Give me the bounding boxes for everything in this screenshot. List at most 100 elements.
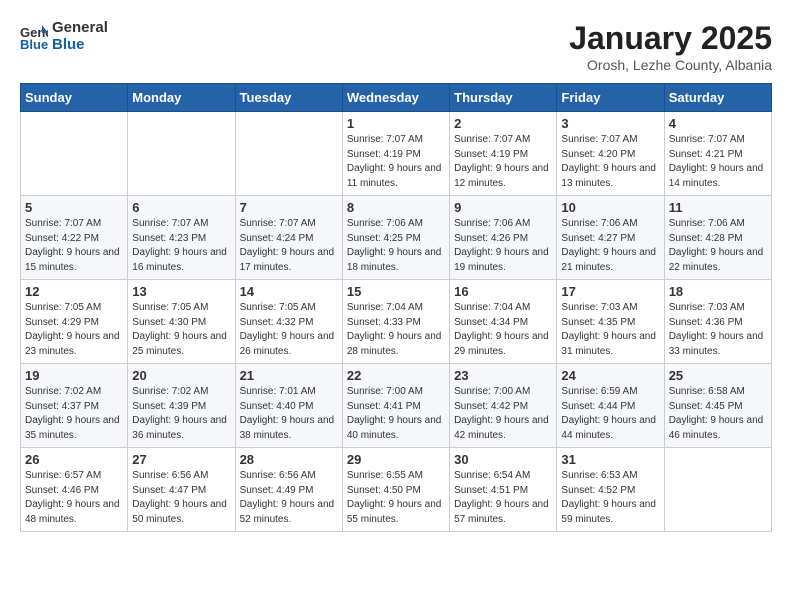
- day-info: Sunrise: 6:58 AMSunset: 4:45 PMDaylight:…: [669, 385, 767, 443]
- calendar-cell: [664, 448, 771, 532]
- day-number: 26: [25, 452, 123, 467]
- day-number: 12: [25, 284, 123, 299]
- day-number: 19: [25, 368, 123, 383]
- svg-text:Blue: Blue: [20, 37, 48, 51]
- day-number: 13: [132, 284, 230, 299]
- day-info: Sunrise: 7:06 AMSunset: 4:27 PMDaylight:…: [561, 217, 659, 275]
- day-info: Sunrise: 6:57 AMSunset: 4:46 PMDaylight:…: [25, 469, 123, 527]
- day-info: Sunrise: 6:54 AMSunset: 4:51 PMDaylight:…: [454, 469, 552, 527]
- day-number: 23: [454, 368, 552, 383]
- calendar-cell: 20Sunrise: 7:02 AMSunset: 4:39 PMDayligh…: [128, 364, 235, 448]
- calendar-cell: 16 Sunrise: 7:04 AMSunset: 4:34 PMDayligh…: [450, 280, 557, 364]
- day-info: Sunrise: 7:03 AMSunset: 4:36 PMDaylight:…: [669, 301, 767, 359]
- weekday-header-sunday: Sunday: [21, 84, 128, 112]
- calendar-cell: 1 Sunrise: 7:07 AMSunset: 4:19 PMDaylight…: [342, 112, 449, 196]
- day-info: Sunrise: 7:06 AMSunset: 4:28 PMDaylight:…: [669, 217, 767, 275]
- day-info: Sunrise: 7:07 AMSunset: 4:20 PMDaylight:…: [561, 133, 659, 191]
- day-info: Sunrise: 7:05 AMSunset: 4:30 PMDaylight:…: [132, 301, 230, 359]
- day-info: Sunrise: 7:07 AMSunset: 4:23 PMDaylight:…: [132, 217, 230, 275]
- calendar-cell: 25 Sunrise: 6:58 AMSunset: 4:45 PMDayligh…: [664, 364, 771, 448]
- calendar-cell: 5Sunrise: 7:07 AMSunset: 4:22 PMDaylight…: [21, 196, 128, 280]
- weekday-header-monday: Monday: [128, 84, 235, 112]
- day-info: Sunrise: 6:59 AMSunset: 4:44 PMDaylight:…: [561, 385, 659, 443]
- day-info: Sunrise: 7:07 AMSunset: 4:21 PMDaylight:…: [669, 133, 767, 191]
- calendar-cell: 29 Sunrise: 6:55 AMSunset: 4:50 PMDayligh…: [342, 448, 449, 532]
- calendar-cell: 3 Sunrise: 7:07 AMSunset: 4:20 PMDaylight…: [557, 112, 664, 196]
- day-number: 16: [454, 284, 552, 299]
- calendar-cell: 31 Sunrise: 6:53 AMSunset: 4:52 PMDayligh…: [557, 448, 664, 532]
- day-info: Sunrise: 7:07 AMSunset: 4:19 PMDaylight:…: [347, 133, 445, 191]
- calendar-cell: 2Sunrise: 7:07 AMSunset: 4:19 PMDaylight…: [450, 112, 557, 196]
- day-number: 28: [240, 452, 338, 467]
- day-info: Sunrise: 7:04 AMSunset: 4:34 PMDaylight:…: [454, 301, 552, 359]
- day-info: Sunrise: 6:55 AMSunset: 4:50 PMDaylight:…: [347, 469, 445, 527]
- weekday-header-friday: Friday: [557, 84, 664, 112]
- calendar-cell: 22 Sunrise: 7:00 AMSunset: 4:41 PMDayligh…: [342, 364, 449, 448]
- calendar-cell: 11Sunrise: 7:06 AMSunset: 4:28 PMDayligh…: [664, 196, 771, 280]
- day-info: Sunrise: 7:04 AMSunset: 4:33 PMDaylight:…: [347, 301, 445, 359]
- day-info: Sunrise: 7:07 AMSunset: 4:19 PMDaylight:…: [454, 133, 552, 191]
- calendar-week-3: 12 Sunrise: 7:05 AMSunset: 4:29 PMDayligh…: [21, 280, 772, 364]
- day-number: 30: [454, 452, 552, 467]
- calendar-cell: 28 Sunrise: 6:56 AMSunset: 4:49 PMDayligh…: [235, 448, 342, 532]
- day-number: 3: [561, 116, 659, 131]
- day-info: Sunrise: 7:02 AMSunset: 4:39 PMDaylight:…: [132, 385, 230, 443]
- day-number: 29: [347, 452, 445, 467]
- calendar-cell: 23Sunrise: 7:00 AMSunset: 4:42 PMDayligh…: [450, 364, 557, 448]
- day-number: 21: [240, 368, 338, 383]
- calendar-week-5: 26 Sunrise: 6:57 AMSunset: 4:46 PMDayligh…: [21, 448, 772, 532]
- day-info: Sunrise: 6:56 AMSunset: 4:49 PMDaylight:…: [240, 469, 338, 527]
- calendar-week-4: 19 Sunrise: 7:02 AMSunset: 4:37 PMDayligh…: [21, 364, 772, 448]
- day-number: 18: [669, 284, 767, 299]
- day-info: Sunrise: 7:02 AMSunset: 4:37 PMDaylight:…: [25, 385, 123, 443]
- title-section: January 2025 Orosh, Lezhe County, Albani…: [569, 20, 772, 73]
- day-number: 25: [669, 368, 767, 383]
- month-title: January 2025: [569, 20, 772, 57]
- calendar-cell: 27 Sunrise: 6:56 AMSunset: 4:47 PMDayligh…: [128, 448, 235, 532]
- day-info: Sunrise: 7:00 AMSunset: 4:41 PMDaylight:…: [347, 385, 445, 443]
- day-number: 22: [347, 368, 445, 383]
- calendar-cell: [128, 112, 235, 196]
- day-number: 17: [561, 284, 659, 299]
- day-number: 1: [347, 116, 445, 131]
- calendar-cell: 7 Sunrise: 7:07 AMSunset: 4:24 PMDaylight…: [235, 196, 342, 280]
- day-info: Sunrise: 6:53 AMSunset: 4:52 PMDaylight:…: [561, 469, 659, 527]
- calendar-cell: 19 Sunrise: 7:02 AMSunset: 4:37 PMDayligh…: [21, 364, 128, 448]
- day-number: 10: [561, 200, 659, 215]
- calendar-table: SundayMondayTuesdayWednesdayThursdayFrid…: [20, 83, 772, 532]
- calendar-cell: [235, 112, 342, 196]
- calendar-cell: 9Sunrise: 7:06 AMSunset: 4:26 PMDaylight…: [450, 196, 557, 280]
- day-info: Sunrise: 7:07 AMSunset: 4:24 PMDaylight:…: [240, 217, 338, 275]
- day-info: Sunrise: 7:05 AMSunset: 4:29 PMDaylight:…: [25, 301, 123, 359]
- day-number: 31: [561, 452, 659, 467]
- calendar-cell: 15Sunrise: 7:04 AMSunset: 4:33 PMDayligh…: [342, 280, 449, 364]
- day-number: 14: [240, 284, 338, 299]
- logo-text: General Blue: [52, 20, 108, 53]
- calendar-cell: 14 Sunrise: 7:05 AMSunset: 4:32 PMDayligh…: [235, 280, 342, 364]
- weekday-header-wednesday: Wednesday: [342, 84, 449, 112]
- day-info: Sunrise: 7:06 AMSunset: 4:25 PMDaylight:…: [347, 217, 445, 275]
- calendar-cell: 10 Sunrise: 7:06 AMSunset: 4:27 PMDayligh…: [557, 196, 664, 280]
- weekday-header-tuesday: Tuesday: [235, 84, 342, 112]
- logo: General Blue General Blue: [20, 20, 108, 53]
- day-info: Sunrise: 7:07 AMSunset: 4:22 PMDaylight:…: [25, 217, 123, 275]
- calendar-header-row: SundayMondayTuesdayWednesdayThursdayFrid…: [21, 84, 772, 112]
- day-info: Sunrise: 6:56 AMSunset: 4:47 PMDaylight:…: [132, 469, 230, 527]
- day-number: 6: [132, 200, 230, 215]
- calendar-cell: [21, 112, 128, 196]
- calendar-cell: 8 Sunrise: 7:06 AMSunset: 4:25 PMDaylight…: [342, 196, 449, 280]
- weekday-header-thursday: Thursday: [450, 84, 557, 112]
- calendar-cell: 18 Sunrise: 7:03 AMSunset: 4:36 PMDayligh…: [664, 280, 771, 364]
- calendar-cell: 30 Sunrise: 6:54 AMSunset: 4:51 PMDayligh…: [450, 448, 557, 532]
- day-number: 8: [347, 200, 445, 215]
- calendar-cell: 4Sunrise: 7:07 AMSunset: 4:21 PMDaylight…: [664, 112, 771, 196]
- calendar-cell: 24Sunrise: 6:59 AMSunset: 4:44 PMDayligh…: [557, 364, 664, 448]
- calendar-week-2: 5Sunrise: 7:07 AMSunset: 4:22 PMDaylight…: [21, 196, 772, 280]
- day-number: 7: [240, 200, 338, 215]
- day-info: Sunrise: 7:05 AMSunset: 4:32 PMDaylight:…: [240, 301, 338, 359]
- page-header: General Blue General Blue January 2025 O…: [20, 20, 772, 73]
- calendar-week-1: 1 Sunrise: 7:07 AMSunset: 4:19 PMDaylight…: [21, 112, 772, 196]
- calendar-cell: 21Sunrise: 7:01 AMSunset: 4:40 PMDayligh…: [235, 364, 342, 448]
- logo-general: General: [52, 20, 108, 37]
- day-number: 27: [132, 452, 230, 467]
